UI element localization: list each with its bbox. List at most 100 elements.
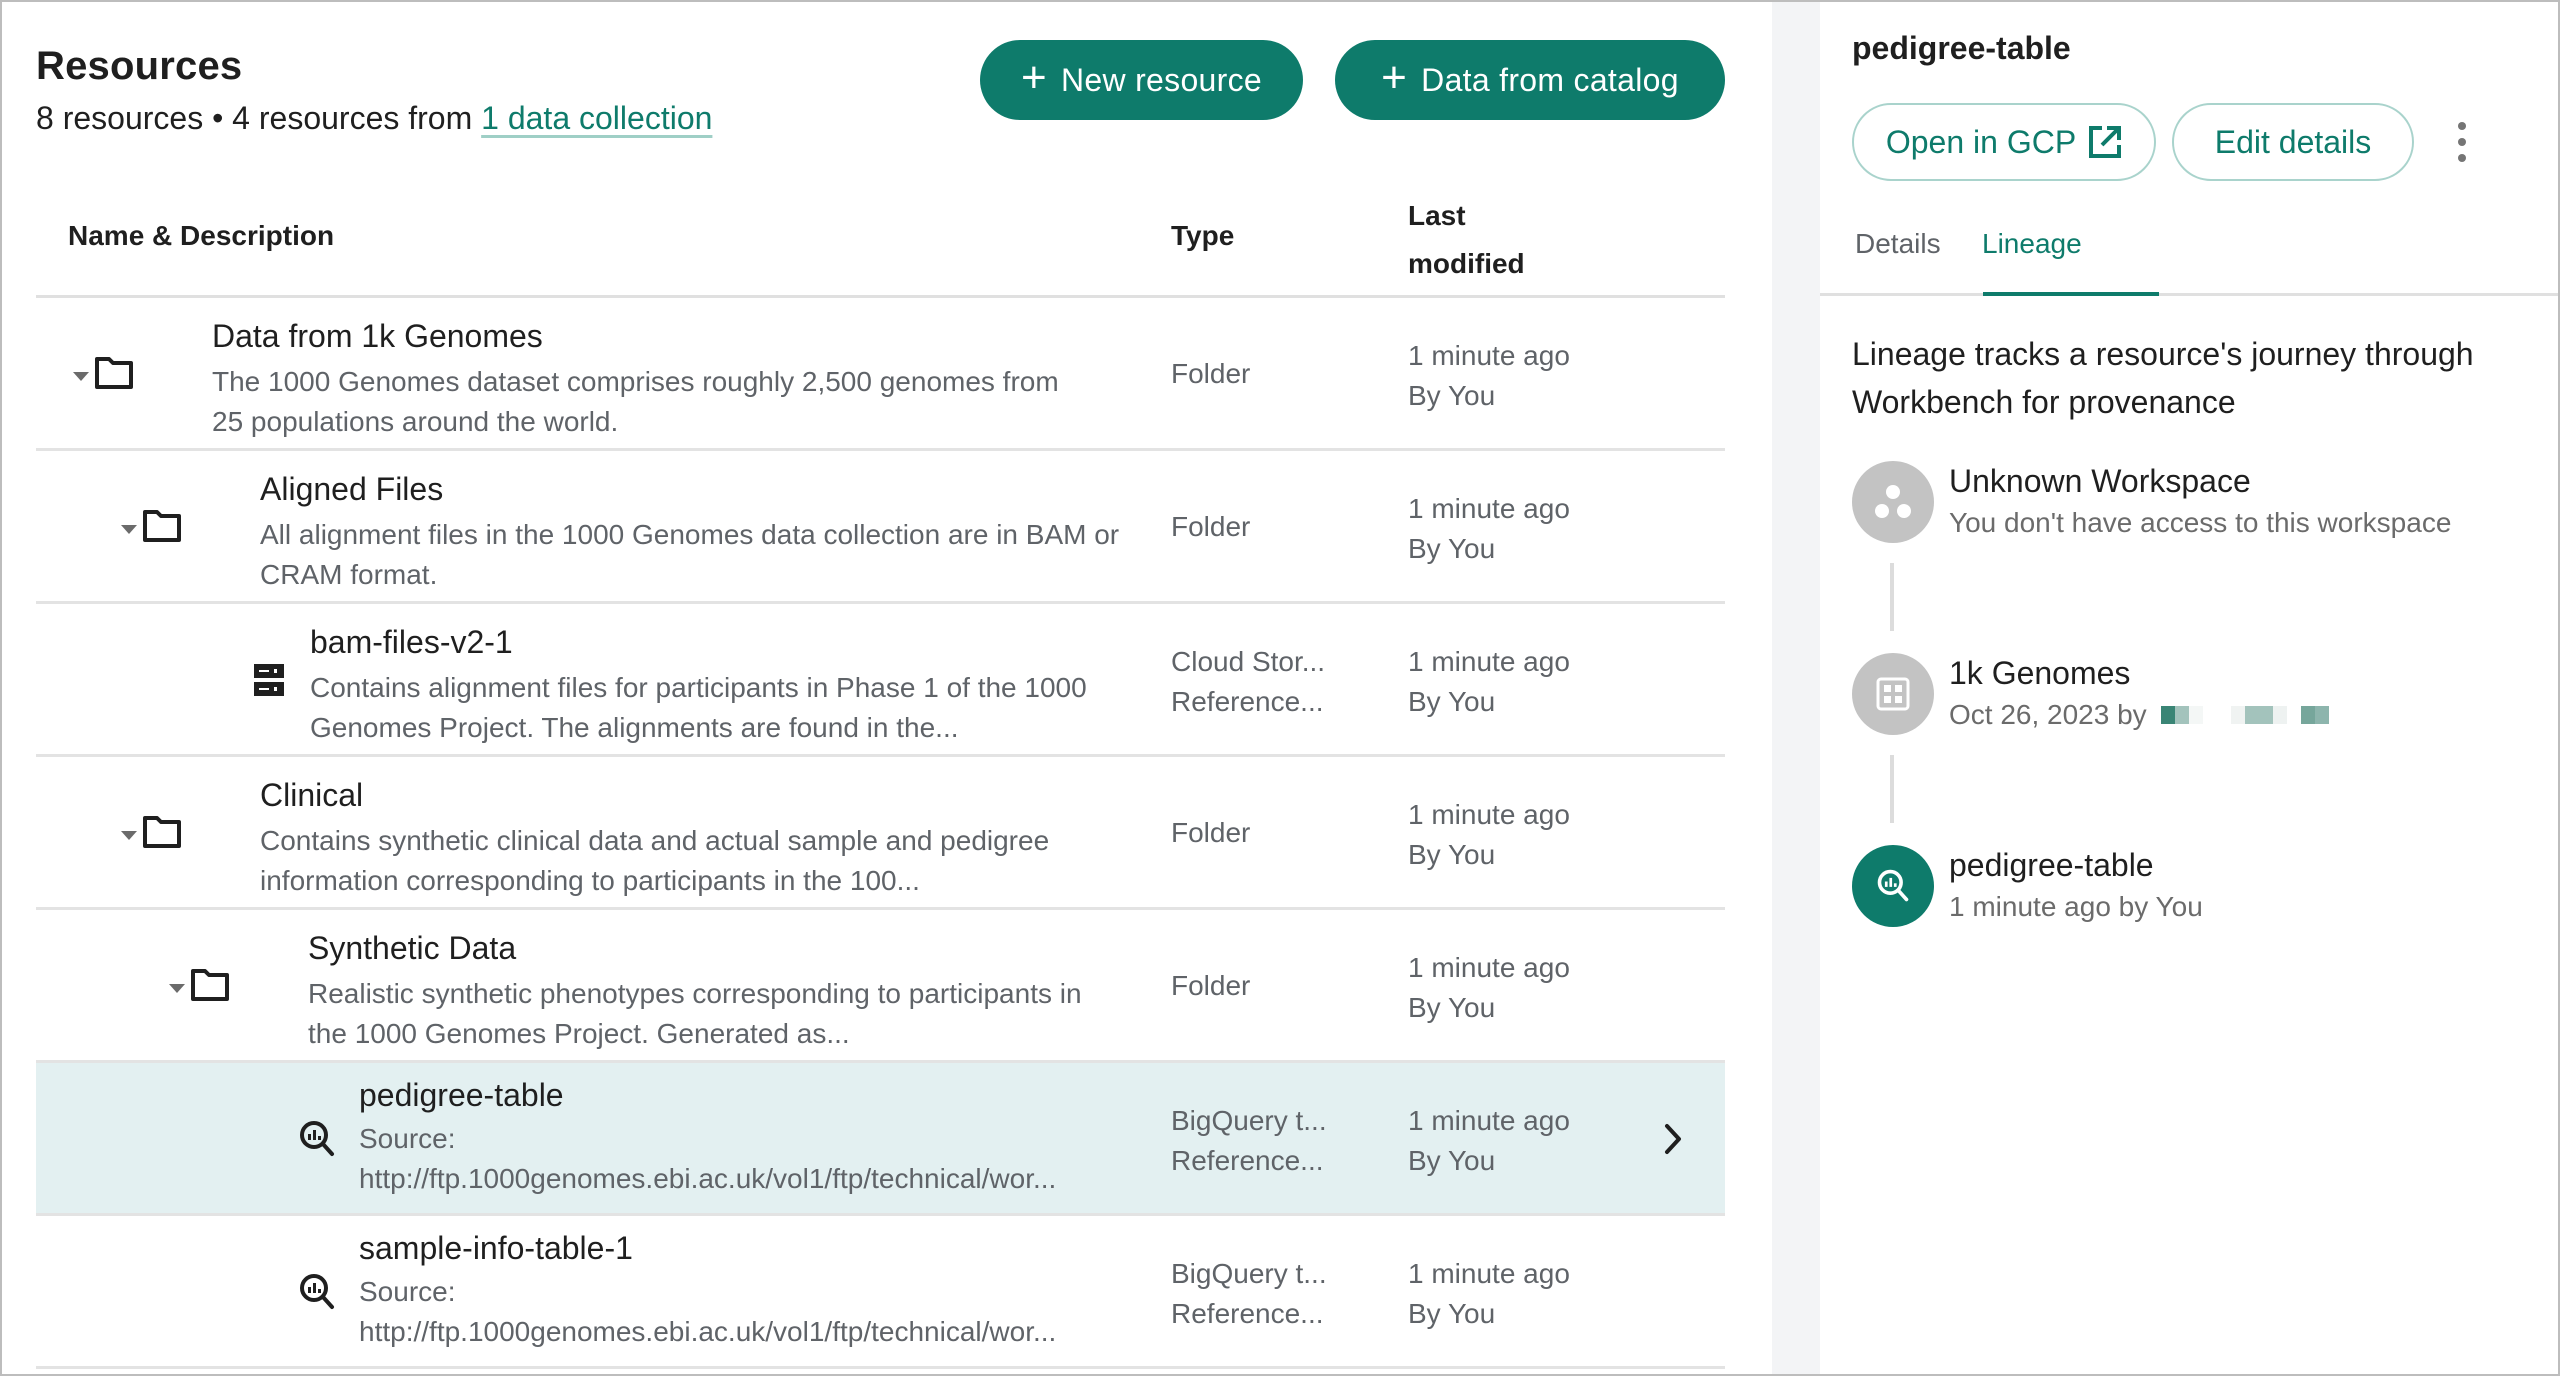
open-in-gcp-button[interactable]: Open in GCP xyxy=(1852,103,2156,181)
type-primary: Cloud Stor... xyxy=(1171,646,1326,677)
source-url: http://ftp.1000genomes.ebi.ac.uk/vol1/ft… xyxy=(359,1163,1057,1194)
resource-name: Clinical xyxy=(260,777,364,813)
resource-type: BigQuery t... Reference... xyxy=(1171,1101,1327,1181)
lineage-item: Unknown Workspace You don't have access … xyxy=(1852,461,2552,545)
table-row-selected[interactable]: pedigree-table Source: http://ftp.1000ge… xyxy=(36,1063,1725,1216)
cloud-storage-icon xyxy=(254,664,284,696)
modified-time: 1 minute ago xyxy=(1408,493,1570,524)
type-primary: BigQuery t... xyxy=(1171,1258,1327,1289)
resource-modified: 1 minute ago By You xyxy=(1408,336,1570,416)
bigquery-table-icon xyxy=(1852,845,1934,927)
resources-summary: 8 resources • 4 resources from 1 data co… xyxy=(36,100,712,137)
type-secondary: Reference... xyxy=(1171,1298,1324,1329)
resource-description: All alignment files in the 1000 Genomes … xyxy=(260,519,1120,590)
lineage-item-subtitle-text: Oct 26, 2023 by xyxy=(1949,699,2147,730)
lineage-connector xyxy=(1890,755,1894,823)
folder-icon xyxy=(95,357,133,389)
resource-description: The 1000 Genomes dataset comprises rough… xyxy=(212,366,1059,437)
table-row[interactable]: bam-files-v2-1 Contains alignment files … xyxy=(36,604,1725,757)
resources-table: Name & Description Type Last modified Da… xyxy=(36,180,1725,1369)
resource-type: BigQuery t... Reference... xyxy=(1171,1254,1327,1334)
modified-time: 1 minute ago xyxy=(1408,799,1570,830)
modified-time: 1 minute ago xyxy=(1408,340,1570,371)
data-from-catalog-button[interactable]: + Data from catalog xyxy=(1335,40,1725,120)
edit-details-label: Edit details xyxy=(2214,123,2372,160)
table-row[interactable]: Clinical Contains synthetic clinical dat… xyxy=(36,757,1725,910)
resource-description: Contains alignment files for participant… xyxy=(310,672,1087,743)
resource-type: Folder xyxy=(1171,358,1251,389)
resource-description: Contains synthetic clinical data and act… xyxy=(260,825,1050,896)
lineage-item-subtitle-text: You don't have access to this workspace xyxy=(1949,507,2452,538)
resources-count: 8 resources • 4 resources from xyxy=(36,100,482,136)
more-options-icon[interactable] xyxy=(2450,122,2474,162)
tab-lineage[interactable]: Lineage xyxy=(1982,228,2082,296)
new-resource-label: New resource xyxy=(1060,61,1262,98)
edit-details-button[interactable]: Edit details xyxy=(2172,103,2414,181)
table-header: Name & Description Type Last modified xyxy=(36,180,1725,298)
lineage-item-subtitle: You don't have access to this workspace xyxy=(1949,507,2451,539)
resource-name: Aligned Files xyxy=(260,471,444,507)
active-tab-indicator xyxy=(1983,292,2159,296)
data-collection-icon xyxy=(1852,653,1934,735)
table-row[interactable]: sample-info-table-1 Source: http://ftp.1… xyxy=(36,1216,1725,1369)
modified-time: 1 minute ago xyxy=(1408,952,1570,983)
lineage-item-subtitle: Oct 26, 2023 by xyxy=(1949,699,2329,731)
column-header-name[interactable]: Name & Description xyxy=(68,220,334,252)
folder-icon xyxy=(143,510,181,542)
resource-name: Synthetic Data xyxy=(308,930,517,966)
lineage-item: pedigree-table 1 minute ago by You xyxy=(1852,845,2552,929)
resource-modified: 1 minute ago By You xyxy=(1408,642,1570,722)
new-resource-button[interactable]: + New resource xyxy=(980,40,1303,120)
open-in-gcp-label: Open in GCP xyxy=(1885,123,2077,160)
resource-name: pedigree-table xyxy=(359,1077,564,1113)
modified-by: By You xyxy=(1408,839,1496,870)
chevron-right-icon[interactable] xyxy=(1658,1121,1688,1157)
modified-by: By You xyxy=(1408,1298,1496,1329)
workspace-icon xyxy=(1852,461,1934,543)
resource-name: Data from 1k Genomes xyxy=(212,318,543,354)
resource-modified: 1 minute ago By You xyxy=(1408,1254,1570,1334)
page-title: Resources xyxy=(36,44,243,88)
resource-description: Source: http://ftp.1000genomes.ebi.ac.uk… xyxy=(359,1272,1159,1352)
lineage-item: 1k Genomes Oct 26, 2023 by xyxy=(1852,653,2552,737)
resource-description: Realistic synthetic phenotypes correspon… xyxy=(308,978,1082,1049)
type-primary: BigQuery t... xyxy=(1171,1105,1327,1136)
resource-type: Folder xyxy=(1171,511,1251,542)
column-header-type[interactable]: Type xyxy=(1171,220,1234,252)
expand-caret-icon[interactable] xyxy=(121,831,137,840)
data-from-catalog-label: Data from catalog xyxy=(1421,61,1679,98)
data-collection-link[interactable]: 1 data collection xyxy=(481,100,712,136)
lineage-item-subtitle-text: 1 minute ago by You xyxy=(1949,891,2203,922)
column-header-last-modified[interactable]: Last modified xyxy=(1408,192,1568,288)
resource-detail-panel: pedigree-table Open in GCP Edit details … xyxy=(1820,0,2560,1376)
lineage-description: Lineage tracks a resource's journey thro… xyxy=(1852,336,2474,420)
plus-icon: + xyxy=(1020,53,1047,102)
panel-title: pedigree-table xyxy=(1852,30,2071,66)
expand-caret-icon[interactable] xyxy=(121,525,137,534)
table-row[interactable]: Synthetic Data Realistic synthetic pheno… xyxy=(36,910,1725,1063)
folder-icon xyxy=(191,969,229,1001)
expand-caret-icon[interactable] xyxy=(169,984,185,993)
source-url: http://ftp.1000genomes.ebi.ac.uk/vol1/ft… xyxy=(359,1316,1057,1347)
resource-type: Cloud Stor... Reference... xyxy=(1171,642,1325,722)
redacted-author xyxy=(2160,706,2329,724)
resource-name: bam-files-v2-1 xyxy=(310,624,513,660)
bigquery-table-icon xyxy=(300,1121,334,1156)
source-label: Source: xyxy=(359,1276,456,1307)
type-secondary: Reference... xyxy=(1171,686,1324,717)
modified-by: By You xyxy=(1408,686,1496,717)
external-link-icon xyxy=(2089,126,2122,158)
folder-icon xyxy=(143,816,181,848)
bigquery-table-icon xyxy=(300,1274,334,1309)
panel-divider xyxy=(1772,0,1820,1376)
resource-description: Source: http://ftp.1000genomes.ebi.ac.uk… xyxy=(359,1119,1159,1199)
resource-type: Folder xyxy=(1171,970,1251,1001)
resource-type: Folder xyxy=(1171,817,1251,848)
lineage-item-subtitle: 1 minute ago by You xyxy=(1949,891,2203,923)
resources-main: Resources 8 resources • 4 resources from… xyxy=(0,0,1772,1376)
tab-details[interactable]: Details xyxy=(1855,228,1941,296)
plus-icon: + xyxy=(1381,53,1408,102)
table-row[interactable]: Aligned Files All alignment files in the… xyxy=(36,451,1725,604)
table-row[interactable]: Data from 1k Genomes The 1000 Genomes da… xyxy=(36,298,1725,451)
expand-caret-icon[interactable] xyxy=(73,372,89,381)
